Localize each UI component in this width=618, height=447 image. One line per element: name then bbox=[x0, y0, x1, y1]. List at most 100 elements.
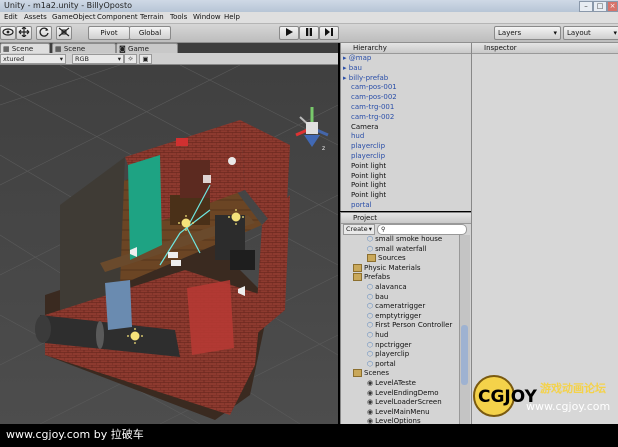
global-toggle[interactable]: Global bbox=[129, 26, 171, 40]
hierarchy-item-label: billy-prefab bbox=[348, 73, 389, 82]
hierarchy-item[interactable]: cam-trg-002 bbox=[351, 113, 394, 122]
scrollbar-thumb[interactable] bbox=[461, 325, 468, 385]
minimize-button[interactable]: – bbox=[579, 1, 593, 12]
project-item[interactable]: ⬡ hud bbox=[367, 331, 388, 340]
project-item[interactable]: ◉ LevelEndingDemo bbox=[367, 389, 439, 398]
chevron-down-icon: ▾ bbox=[613, 29, 617, 37]
project-item-label: First Person Controller bbox=[375, 321, 453, 330]
hierarchy-item[interactable]: portal bbox=[351, 201, 372, 210]
project-item[interactable]: ⬡ emptytrigger bbox=[367, 312, 421, 321]
hierarchy-item-label: Point light bbox=[351, 161, 387, 170]
unity-scene-icon: ◉ bbox=[367, 379, 374, 387]
menu-window[interactable]: Window bbox=[193, 12, 221, 23]
create-label: Create bbox=[346, 225, 368, 233]
scale-tool-button[interactable] bbox=[56, 26, 72, 40]
hierarchy-item[interactable]: cam-pos-002 bbox=[351, 93, 397, 102]
sun-icon: ☼ bbox=[127, 55, 134, 63]
step-icon bbox=[325, 28, 333, 36]
folder-icon bbox=[353, 263, 362, 272]
hierarchy-item[interactable]: Point light bbox=[351, 181, 386, 190]
layout-label: Layout bbox=[567, 29, 591, 37]
rotate-tool-button[interactable] bbox=[36, 26, 52, 40]
move-tool-button[interactable] bbox=[16, 26, 32, 40]
menu-tools[interactable]: Tools bbox=[170, 12, 187, 23]
menu-component[interactable]: Component bbox=[97, 12, 138, 23]
title-bar: Unity - m1a2.unity - BillyOposto – □ × bbox=[0, 0, 618, 12]
hierarchy-item[interactable]: ▸ billy-prefab bbox=[343, 73, 389, 83]
hierarchy-item[interactable]: Camera bbox=[351, 123, 378, 132]
project-item[interactable]: ⬡ playerclip bbox=[367, 350, 409, 359]
render-mode-dropdown[interactable]: RGB ▾ bbox=[72, 54, 124, 64]
chevron-down-icon: ▾ bbox=[553, 29, 557, 37]
pause-button[interactable] bbox=[299, 26, 319, 40]
create-dropdown[interactable]: Create ▾ bbox=[343, 224, 375, 235]
hierarchy-item[interactable]: hud bbox=[351, 132, 364, 141]
project-item-label: small waterfall bbox=[375, 244, 427, 253]
scene-viewport[interactable]: z bbox=[0, 65, 338, 424]
menu-assets[interactable]: Assets bbox=[24, 12, 47, 23]
menu-help[interactable]: Help bbox=[224, 12, 240, 23]
project-item-label: hud bbox=[375, 331, 389, 339]
project-item[interactable]: ⬡ npctrigger bbox=[367, 341, 412, 350]
project-item[interactable]: Sources bbox=[367, 254, 406, 263]
chevron-down-icon: ▾ bbox=[368, 225, 372, 233]
menu-edit[interactable]: Edit bbox=[4, 12, 18, 23]
project-item[interactable]: Physic Materials bbox=[353, 263, 421, 273]
close-button[interactable]: × bbox=[607, 1, 618, 12]
project-item[interactable]: ⬡ portal bbox=[367, 360, 396, 369]
hierarchy-item[interactable]: Point light bbox=[351, 162, 386, 171]
project-scrollbar[interactable] bbox=[459, 235, 470, 425]
step-button[interactable] bbox=[319, 26, 339, 40]
menu-gameobject[interactable]: GameObject bbox=[52, 12, 96, 23]
shading-label: xtured bbox=[3, 55, 25, 63]
layers-dropdown[interactable]: Layers ▾ bbox=[494, 26, 561, 40]
image-toggle[interactable]: ▣ bbox=[139, 54, 152, 64]
hierarchy-item-label: Camera bbox=[351, 122, 379, 131]
shading-dropdown[interactable]: xtured ▾ bbox=[0, 54, 66, 64]
layout-dropdown[interactable]: Layout ▾ bbox=[563, 26, 618, 40]
hierarchy-item[interactable]: ▸ bau bbox=[343, 63, 364, 73]
play-icon bbox=[286, 28, 293, 36]
project-item[interactable]: ◉ LevelMainMenu bbox=[367, 408, 430, 417]
prefab-icon: ⬡ bbox=[367, 321, 374, 330]
hierarchy-item[interactable]: playerclip bbox=[351, 142, 385, 151]
play-button[interactable] bbox=[279, 26, 299, 40]
project-search-input[interactable]: ⚲ bbox=[377, 224, 467, 235]
tab-game-label: Game bbox=[128, 45, 149, 53]
hierarchy-item[interactable]: ▸ @map bbox=[343, 54, 374, 63]
hierarchy-item[interactable]: cam-trg-001 bbox=[351, 103, 394, 112]
scene-toolbar: xtured ▾ RGB ▾ ☼ ▣ bbox=[0, 53, 338, 65]
project-item[interactable]: Prefabs bbox=[353, 273, 390, 282]
hierarchy-item-label: bau bbox=[348, 63, 362, 72]
toolbar: Pivot Global Layers ▾ Layout ▾ bbox=[0, 24, 618, 43]
maximize-button[interactable]: □ bbox=[593, 1, 607, 12]
hierarchy-item[interactable]: playerclip bbox=[351, 152, 385, 161]
pivot-toggle[interactable]: Pivot bbox=[88, 26, 130, 40]
eye-icon bbox=[2, 28, 14, 36]
rotate-icon bbox=[39, 27, 49, 37]
project-item[interactable]: Scenes bbox=[353, 369, 389, 378]
folder-icon bbox=[353, 273, 362, 282]
project-item[interactable]: ⬡ small waterfall bbox=[367, 245, 427, 254]
lighting-toggle[interactable]: ☼ bbox=[124, 54, 137, 64]
hierarchy-item[interactable]: Point light bbox=[351, 191, 386, 200]
project-item-label: bau bbox=[375, 292, 389, 301]
view-tool-button[interactable] bbox=[0, 26, 16, 40]
hierarchy-item[interactable]: cam-pos-001 bbox=[351, 83, 397, 92]
project-item-label: Prefabs bbox=[364, 273, 390, 282]
project-item[interactable]: ⬡ small smoke house bbox=[367, 235, 442, 244]
hierarchy-title: Hierarchy bbox=[353, 44, 387, 52]
prefab-icon: ⬡ bbox=[367, 359, 374, 368]
menu-terrain[interactable]: Terrain bbox=[140, 12, 164, 23]
hierarchy-item[interactable]: Point light bbox=[351, 172, 386, 181]
hierarchy-item-label: cam-trg-001 bbox=[351, 103, 395, 111]
project-item[interactable]: ◉ LevelLoaderScreen bbox=[367, 398, 442, 407]
project-item-label: LevelATeste bbox=[375, 379, 416, 387]
project-item-label: cameratrigger bbox=[375, 302, 426, 311]
project-item[interactable]: ⬡ bau bbox=[367, 293, 388, 302]
project-item-label: alavanca bbox=[375, 283, 407, 291]
project-item[interactable]: ⬡ cameratrigger bbox=[367, 302, 425, 311]
project-item[interactable]: ⬡ First Person Controller bbox=[367, 321, 452, 330]
project-item[interactable]: ⬡ alavanca bbox=[367, 283, 407, 292]
project-item[interactable]: ◉ LevelATeste bbox=[367, 379, 416, 388]
